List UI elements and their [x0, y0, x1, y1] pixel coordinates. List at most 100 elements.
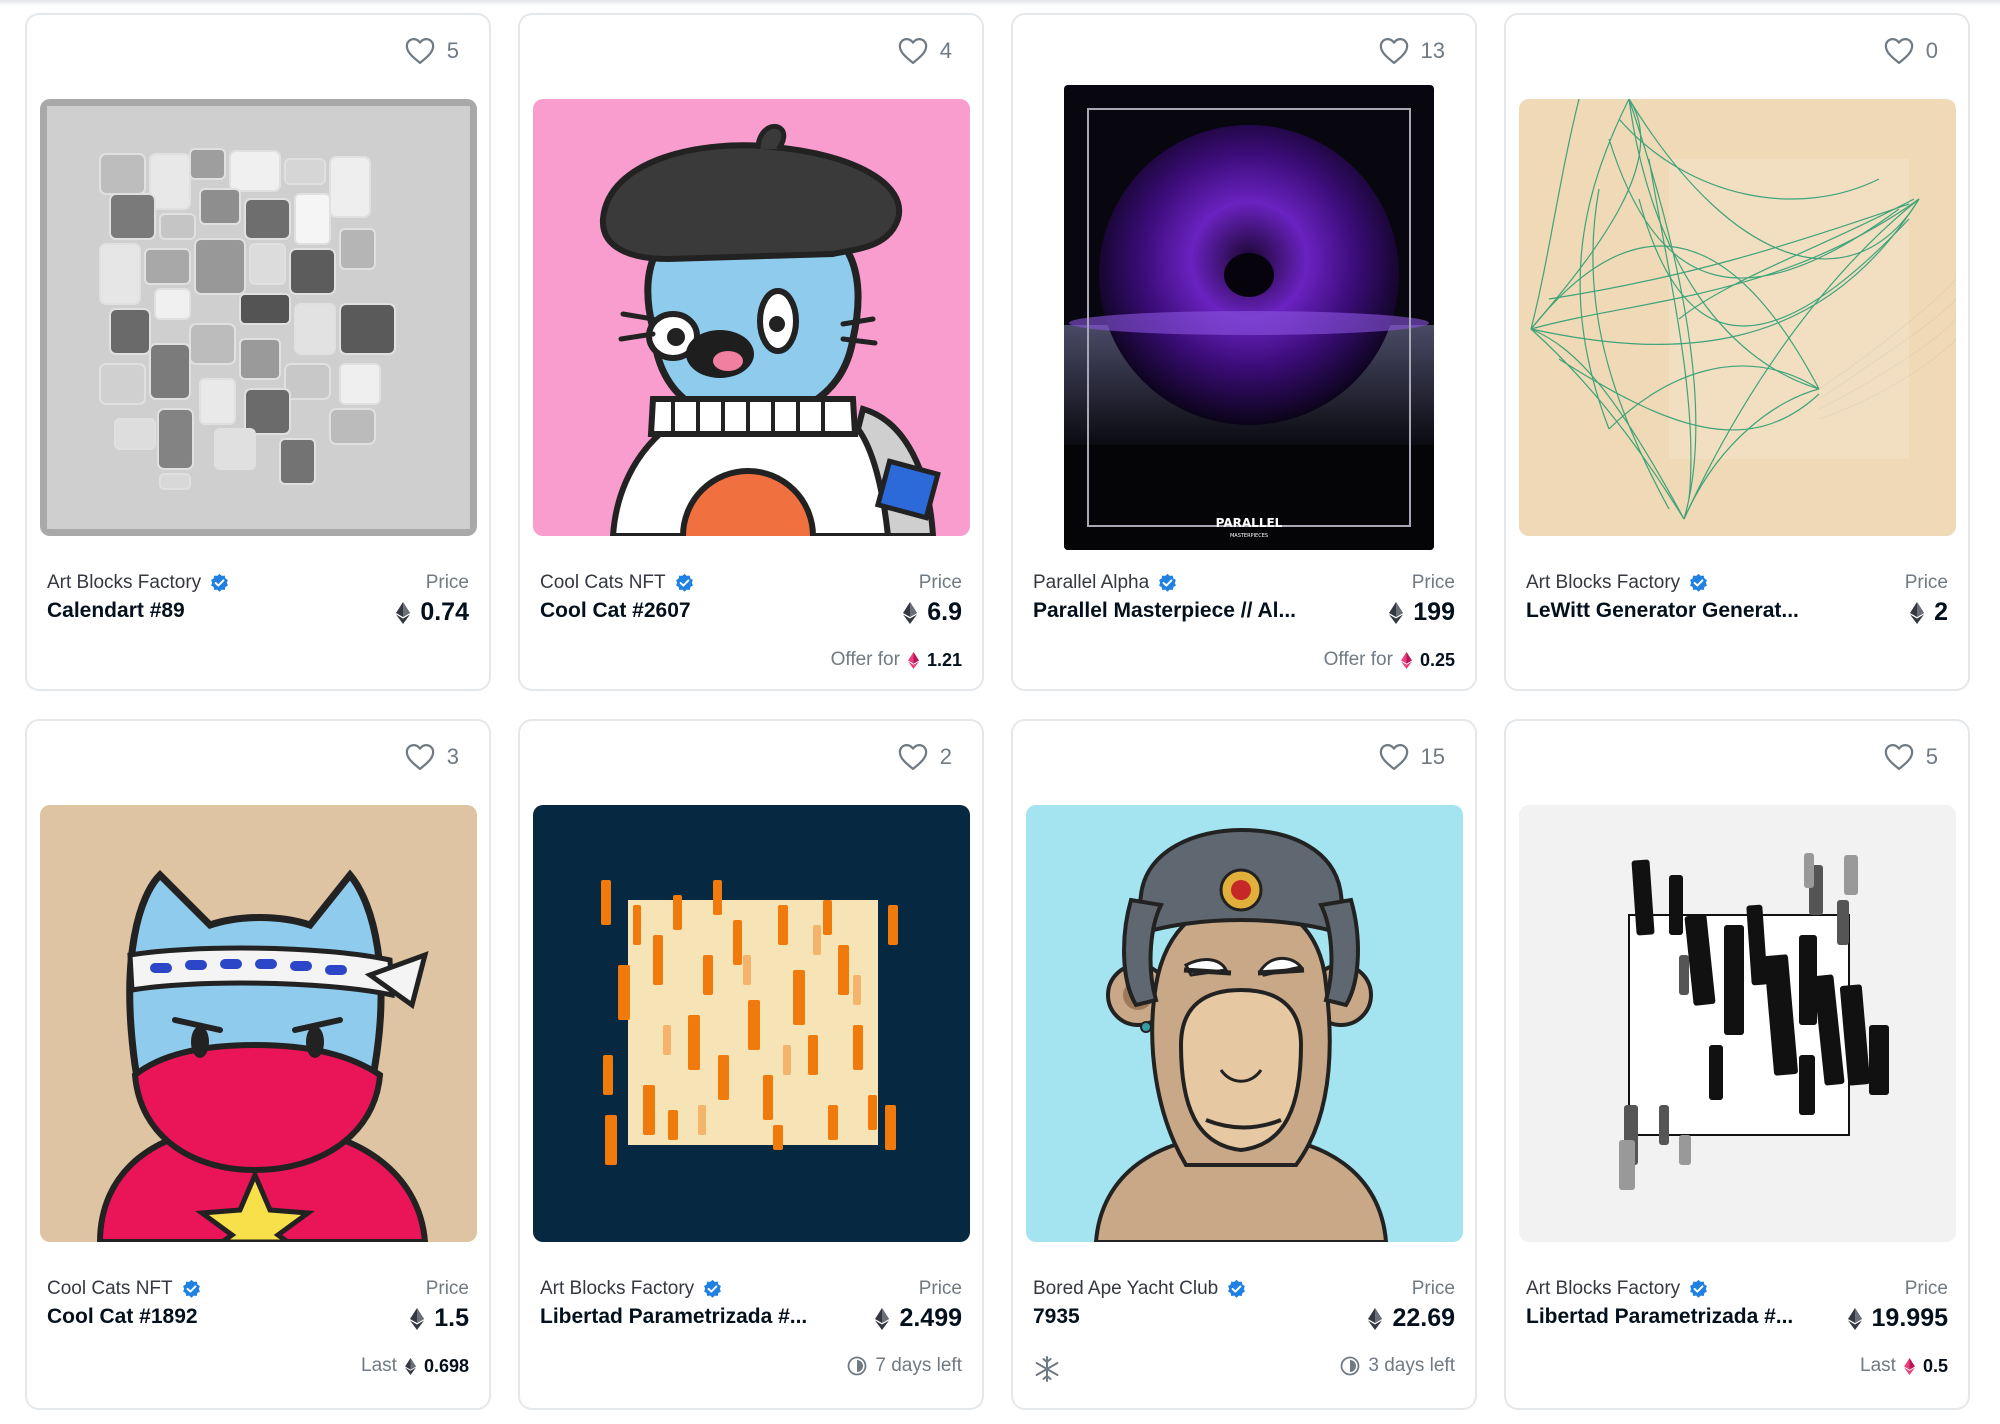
- collection-name: Parallel Alpha: [1033, 572, 1150, 593]
- price-value: 2.499: [875, 1304, 962, 1333]
- time-left-text: 3 days left: [1368, 1355, 1455, 1376]
- collection-name: Bored Ape Yacht Club: [1033, 1278, 1219, 1299]
- heart-icon: [1884, 37, 1914, 65]
- price-amount: 6.9: [927, 598, 962, 626]
- heart-icon: [1379, 743, 1409, 771]
- asset-card[interactable]: 4 Cool Cats NFT Cool Cat #2607 Price 6.9…: [518, 13, 984, 691]
- favorite-count: 5: [1925, 744, 1938, 769]
- verified-badge-icon: [181, 1279, 202, 1300]
- verified-badge-icon: [674, 573, 695, 594]
- auction-time-left: 3 days left: [1340, 1355, 1455, 1377]
- artwork-cool-cat-beret: [533, 99, 970, 536]
- favorite-count: 0: [1925, 38, 1938, 63]
- heart-icon: [1884, 743, 1914, 771]
- price-label: Price: [1411, 572, 1455, 593]
- favorite-button[interactable]: 13: [1379, 37, 1445, 65]
- asset-card[interactable]: 15 Bored Ape Yacht Club 7935 Price 22.69…: [1011, 719, 1477, 1410]
- artwork-subcaption: MASTERPIECES: [1230, 533, 1268, 539]
- asset-name[interactable]: Parallel Masterpiece // Al...: [1033, 599, 1296, 623]
- best-offer: Offer for 0.25: [1324, 649, 1455, 671]
- asset-name[interactable]: Cool Cat #2607: [540, 599, 691, 623]
- collection-link[interactable]: Parallel Alpha: [1033, 572, 1178, 594]
- weth-icon: [908, 652, 919, 669]
- last-sale: Last 0.698: [361, 1355, 469, 1377]
- offer-label: Offer for: [830, 649, 900, 670]
- favorite-button[interactable]: 5: [405, 37, 459, 65]
- price-amount: 19.995: [1871, 1304, 1948, 1332]
- artwork-cool-cat-ninja: [40, 805, 477, 1242]
- asset-card[interactable]: 13 PARALLEL MASTERPIECES Parallel Alpha …: [1011, 13, 1477, 691]
- favorite-button[interactable]: 3: [405, 743, 459, 771]
- time-left-text: 7 days left: [875, 1355, 962, 1376]
- collection-name: Cool Cats NFT: [540, 572, 666, 593]
- collection-link[interactable]: Cool Cats NFT: [540, 572, 695, 594]
- heart-icon: [898, 37, 928, 65]
- asset-image[interactable]: [533, 99, 970, 536]
- price-label: Price: [1411, 1278, 1455, 1299]
- asset-name[interactable]: Calendart #89: [47, 599, 185, 623]
- asset-card[interactable]: 5: [25, 13, 491, 691]
- collection-link[interactable]: Cool Cats NFT: [47, 1278, 202, 1300]
- eth-icon: [1368, 1308, 1382, 1330]
- eth-icon: [405, 1358, 416, 1375]
- asset-image[interactable]: [533, 805, 970, 1242]
- favorite-button[interactable]: 2: [898, 743, 952, 771]
- asset-card[interactable]: 2 Art Blocks Factory Libertad Parametriz…: [518, 719, 984, 1410]
- last-sale: Last 0.5: [1860, 1355, 1948, 1377]
- heart-icon: [898, 743, 928, 771]
- price-label: Price: [1904, 572, 1948, 593]
- eth-icon: [1910, 602, 1924, 624]
- favorite-button[interactable]: 0: [1884, 37, 1938, 65]
- asset-name[interactable]: 7935: [1033, 1305, 1080, 1329]
- asset-card[interactable]: 5: [1504, 719, 1970, 1410]
- price-value: 199: [1389, 598, 1455, 627]
- asset-image[interactable]: [40, 99, 477, 536]
- asset-grid: 5 Art Blocks Factory Calendart #89 Price…: [25, 13, 1970, 1410]
- asset-card[interactable]: 0 Art Blocks Factory LeWitt Generator Ge…: [1504, 13, 1970, 691]
- price-value: 6.9: [903, 598, 962, 627]
- asset-card[interactable]: 3 Cool Cats NFT Cool Cat #1892 Price 1.5…: [25, 719, 491, 1410]
- favorite-count: 5: [446, 38, 459, 63]
- collection-link[interactable]: Art Blocks Factory: [1526, 1278, 1709, 1300]
- collection-link[interactable]: Bored Ape Yacht Club: [1033, 1278, 1247, 1300]
- artwork-bored-ape: [1026, 805, 1463, 1242]
- artwork-libertad-orange: [533, 805, 970, 1242]
- favorite-button[interactable]: 5: [1884, 743, 1938, 771]
- asset-name[interactable]: Libertad Parametrizada #...: [1526, 1305, 1793, 1329]
- price-value: 1.5: [410, 1304, 469, 1333]
- eth-icon: [875, 1308, 889, 1330]
- price-label: Price: [1904, 1278, 1948, 1299]
- snowflake-icon: [1035, 1356, 1059, 1382]
- price-label: Price: [918, 1278, 962, 1299]
- verified-badge-icon: [1157, 573, 1178, 594]
- last-sale-label: Last: [1860, 1355, 1896, 1376]
- offer-label: Offer for: [1323, 649, 1393, 670]
- collection-name: Art Blocks Factory: [1526, 572, 1681, 593]
- eth-icon: [903, 602, 917, 624]
- clock-icon: [1340, 1356, 1360, 1376]
- collection-link[interactable]: Art Blocks Factory: [1526, 572, 1709, 594]
- asset-image[interactable]: [1519, 99, 1956, 536]
- asset-name[interactable]: LeWitt Generator Generat...: [1526, 599, 1799, 623]
- eth-icon: [1848, 1308, 1862, 1330]
- verified-badge-icon: [1688, 573, 1709, 594]
- offer-amount: 1.21: [926, 649, 962, 670]
- price-amount: 0.74: [420, 598, 469, 626]
- asset-image[interactable]: [1519, 805, 1956, 1242]
- favorite-button[interactable]: 15: [1379, 743, 1445, 771]
- weth-icon: [1401, 652, 1412, 669]
- asset-image[interactable]: [40, 805, 477, 1242]
- favorite-count: 15: [1420, 744, 1445, 769]
- eth-icon: [1389, 602, 1403, 624]
- favorite-button[interactable]: 4: [898, 37, 952, 65]
- price-label: Price: [918, 572, 962, 593]
- asset-image[interactable]: PARALLEL MASTERPIECES: [1064, 85, 1434, 550]
- best-offer: Offer for 1.21: [831, 649, 962, 671]
- asset-name[interactable]: Libertad Parametrizada #...: [540, 1305, 807, 1329]
- offer-amount: 0.25: [1419, 649, 1455, 670]
- collection-link[interactable]: Art Blocks Factory: [540, 1278, 723, 1300]
- collection-link[interactable]: Art Blocks Factory: [47, 572, 230, 594]
- asset-name[interactable]: Cool Cat #1892: [47, 1305, 198, 1329]
- weth-icon: [1904, 1358, 1915, 1375]
- asset-image[interactable]: [1026, 805, 1463, 1242]
